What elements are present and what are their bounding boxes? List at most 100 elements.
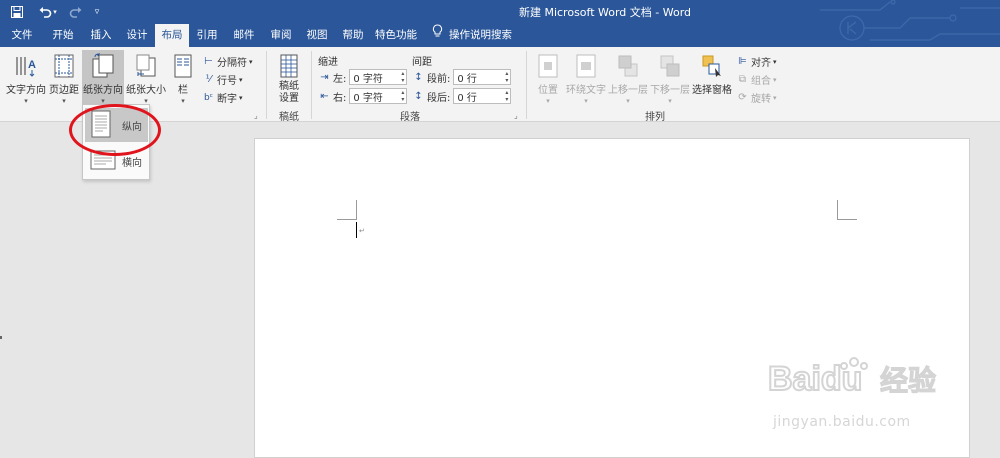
rotate-icon: ⟳ (738, 92, 747, 103)
spacing-before-input[interactable]: 0 行 ▴ ▾ (453, 69, 512, 85)
chevron-down-icon: ▾ (24, 97, 28, 105)
align-icon: ⊫ (738, 56, 747, 67)
spinner-icon: ▴ ▾ (401, 70, 405, 84)
selection-pane-label: 选择窗格 (692, 85, 732, 96)
chevron-down-icon: ▾ (239, 93, 243, 102)
tab-special-features[interactable]: 特色功能 (372, 24, 420, 47)
spacing-after-icon: ↕ (414, 90, 423, 102)
manuscript-settings-button[interactable]: 稿纸 设置 (272, 53, 306, 105)
indent-left-row: ⇥ 左: 0 字符 ▴ ▾ (318, 69, 408, 85)
watermark-url: jingyan.baidu.com (773, 414, 911, 430)
margins-label: 页边距 (49, 85, 79, 96)
page-break-icon: ⊢ (204, 56, 213, 67)
hyphenation-label: 断字 (217, 94, 237, 105)
spacing-before-row: ↕ 段前: 0 行 ▴ ▾ (412, 69, 512, 85)
send-backward-icon (658, 53, 682, 79)
hyphenation-button[interactable]: bᶜ 断字 ▾ (202, 90, 243, 106)
text-direction-button[interactable]: A 文字方向 ▾ (6, 53, 46, 105)
position-icon (536, 53, 560, 79)
group-objects-icon: ⧉ (738, 74, 747, 85)
send-backward-button[interactable]: 下移一层 ▾ (650, 53, 690, 105)
indent-left-input[interactable]: 0 字符 ▴ ▾ (349, 69, 408, 85)
columns-label: 栏 (178, 85, 188, 96)
indent-right-row: ⇤ 右: 0 字符 ▴ ▾ (318, 88, 408, 104)
crop-mark-right (837, 200, 857, 220)
text-direction-icon: A (14, 53, 38, 79)
tab-view[interactable]: 视图 (300, 24, 334, 47)
text-direction-label: 文字方向 (6, 85, 46, 96)
circuit-decoration (820, 0, 1000, 41)
spinner-icon: ▴ ▾ (505, 89, 509, 103)
ruler-marker (0, 336, 2, 339)
breaks-label: 分隔符 (217, 58, 247, 69)
indent-left-label: 左: (333, 73, 347, 85)
tab-layout[interactable]: 布局 (155, 24, 189, 47)
chevron-down-icon: ▾ (773, 75, 777, 84)
line-numbers-button[interactable]: ¹⁄ 行号 ▾ (202, 72, 243, 87)
line-numbers-label: 行号 (217, 76, 237, 87)
spacing-after-input[interactable]: 0 行 ▴ ▾ (453, 88, 512, 104)
landscape-label: 横向 (122, 157, 142, 169)
tab-home[interactable]: 开始 (46, 24, 80, 47)
tab-review[interactable]: 审阅 (264, 24, 298, 47)
spacing-header: 间距 (412, 57, 432, 68)
chevron-down-icon: ▾ (181, 97, 185, 105)
align-button[interactable]: ⊫ 对齐 ▾ (736, 54, 777, 69)
orientation-button[interactable]: 纸张方向 ▾ (82, 50, 124, 106)
margins-icon (52, 53, 76, 79)
line-numbers-icon: ¹⁄ (205, 74, 212, 85)
paragraph-dialog-launcher[interactable]: ⌟ (514, 111, 518, 120)
watermark-brand: Baidu (768, 360, 862, 398)
position-label: 位置 (538, 85, 558, 96)
columns-button[interactable]: 栏 ▾ (170, 53, 196, 105)
bring-forward-label: 上移一层 (608, 85, 648, 96)
wrap-text-icon (574, 53, 598, 79)
paragraph-mark: ↵ (359, 227, 365, 235)
manuscript-settings-label: 稿纸 设置 (279, 81, 299, 104)
crop-mark-left (337, 200, 357, 220)
spacing-before-label: 段前: (427, 73, 451, 85)
tab-mailings[interactable]: 邮件 (227, 24, 261, 47)
orientation-label: 纸张方向 (83, 85, 123, 96)
columns-icon (171, 53, 195, 79)
selection-pane-icon (700, 53, 724, 79)
tab-help[interactable]: 帮助 (336, 24, 370, 47)
size-label: 纸张大小 (126, 85, 166, 96)
page-setup-dialog-launcher[interactable]: ⌟ (254, 111, 258, 120)
spacing-before-icon: ↕ (414, 71, 423, 83)
position-button[interactable]: 位置 ▾ (532, 53, 564, 105)
chevron-down-icon: ▾ (584, 97, 588, 105)
tab-file[interactable]: 文件 (6, 24, 38, 47)
indent-right-label: 右: (333, 92, 347, 104)
spacing-after-label: 段后: (427, 92, 451, 104)
send-backward-label: 下移一层 (650, 85, 690, 96)
tab-design[interactable]: 设计 (120, 24, 154, 47)
manuscript-icon (277, 53, 301, 79)
group-objects-button[interactable]: ⧉ 组合 ▾ (736, 72, 777, 87)
margins-button[interactable]: 页边距 ▾ (48, 53, 80, 105)
chevron-down-icon: ▾ (773, 57, 777, 66)
bring-forward-button[interactable]: 上移一层 ▾ (608, 53, 648, 105)
indent-left-icon: ⇥ (320, 71, 329, 83)
selection-pane-button[interactable]: 选择窗格 (692, 53, 732, 96)
paragraph-group-label: 段落 (400, 112, 420, 123)
lightbulb-icon (432, 24, 443, 47)
chevron-down-icon: ▾ (62, 97, 66, 105)
spacing-after-row: ↕ 段后: 0 行 ▴ ▾ (412, 88, 512, 104)
chevron-down-icon: ▾ (668, 97, 672, 105)
wrap-text-button[interactable]: 环绕文字 ▾ (566, 53, 606, 105)
tab-insert[interactable]: 插入 (84, 24, 118, 47)
indent-right-input[interactable]: 0 字符 ▴ ▾ (349, 88, 408, 104)
tab-references[interactable]: 引用 (190, 24, 224, 47)
ribbon: A 文字方向 ▾ 页边距 ▾ 纸张方向 ▾ 纸张大小 ▾ 栏 ▾ ⊢ 分隔符 ▾ (0, 47, 1000, 123)
bring-forward-icon (616, 53, 640, 79)
hyphenation-icon: bᶜ (203, 92, 214, 103)
svg-text:A: A (28, 59, 36, 71)
size-button[interactable]: 纸张大小 ▾ (126, 53, 166, 105)
rotate-button[interactable]: ⟳ 旋转 ▾ (736, 90, 777, 105)
chevron-down-icon: ▾ (239, 75, 243, 84)
group-separator (526, 51, 527, 119)
chevron-down-icon: ▾ (773, 93, 777, 102)
breaks-button[interactable]: ⊢ 分隔符 ▾ (202, 54, 252, 69)
tell-me-search[interactable]: 操作说明搜索 (432, 24, 532, 47)
